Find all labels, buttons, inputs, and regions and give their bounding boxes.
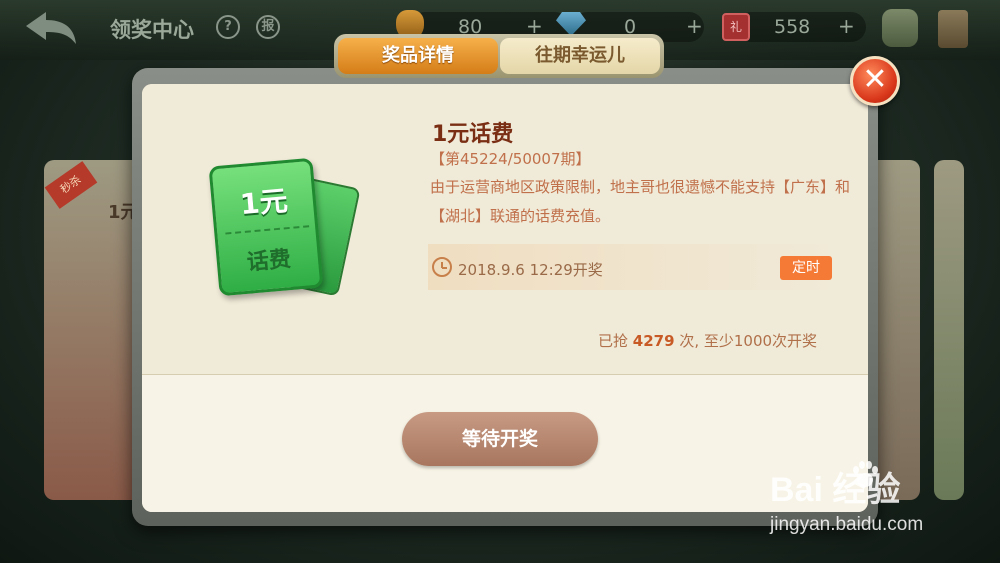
book-icon[interactable] xyxy=(938,10,968,48)
draw-time: 2018.9.6 12:29开奖 xyxy=(458,261,603,279)
background-prize-card xyxy=(934,160,964,500)
watermark-url: jingyan.baidu.com xyxy=(770,514,924,535)
prize-name: 1元话费 xyxy=(432,122,514,147)
baidu-jingyan-watermark: Bai 经验 xyxy=(770,471,901,509)
wait-for-draw-button[interactable]: 等待开奖 xyxy=(402,412,598,466)
tab-prize-details[interactable]: 奖品详情 xyxy=(338,38,498,74)
grab-count-text: 已抢 4279 次, 至少1000次开奖 xyxy=(598,330,817,351)
prize-card-kind: 话费 xyxy=(245,246,293,276)
ticket-counter: 558 + xyxy=(736,12,866,42)
bag-icon[interactable] xyxy=(882,9,918,47)
timed-badge: 定时 xyxy=(780,256,832,280)
ticket-value: 558 xyxy=(774,16,811,38)
prize-card-divider xyxy=(225,225,310,235)
add-gems-button[interactable]: + xyxy=(686,14,703,38)
grab-prefix: 已抢 xyxy=(598,332,629,350)
grab-suffix: 次, 至少1000次开奖 xyxy=(679,332,818,350)
prize-card-amount: 1元 xyxy=(238,184,289,222)
tab-past-winners[interactable]: 往期幸运儿 xyxy=(500,38,660,74)
add-tickets-button[interactable]: + xyxy=(838,14,855,38)
modal-tabs: 奖品详情 往期幸运儿 xyxy=(334,34,664,78)
back-button[interactable] xyxy=(22,10,78,46)
grab-count: 4279 xyxy=(632,332,675,350)
clock-icon xyxy=(432,257,452,277)
close-button[interactable]: ✕ xyxy=(850,56,900,106)
flash-sale-badge: 秒杀 xyxy=(44,161,98,209)
page-title: 领奖中心 xyxy=(110,18,194,42)
background-prize-card: 秒杀 1元 xyxy=(44,160,144,500)
prize-description: 由于运营商地区政策限制，地主哥也很遗憾不能支持【广东】和【湖北】联通的话费充值。 xyxy=(430,178,851,225)
ticket-icon: 礼 xyxy=(722,13,750,41)
paw-icon xyxy=(853,461,878,487)
phone-credit-card-icon: 1元 话费 xyxy=(208,157,324,297)
prize-period: 【第45224/50007期】 xyxy=(430,150,591,168)
report-button[interactable]: 报 xyxy=(256,15,280,39)
back-arrow-icon xyxy=(26,12,76,44)
help-button[interactable]: ? xyxy=(216,15,240,39)
